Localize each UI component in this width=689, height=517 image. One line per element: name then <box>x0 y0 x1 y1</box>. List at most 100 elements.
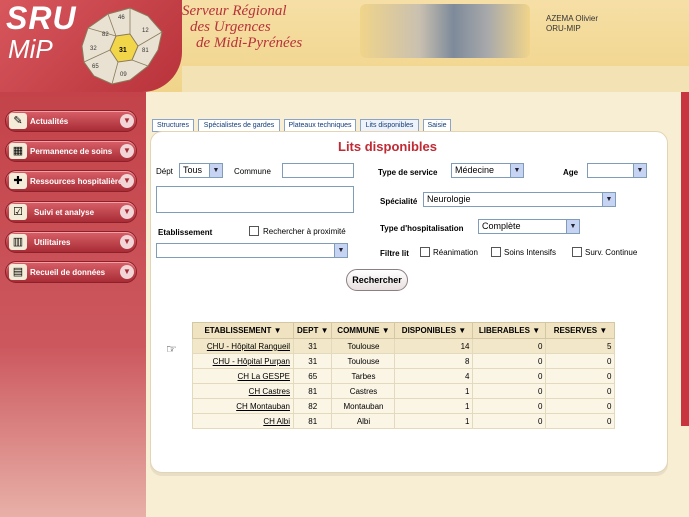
etablissement-link[interactable]: CH La GESPE <box>238 372 290 381</box>
logo: SRU MiP 46 82 12 32 81 31 65 09 <box>0 0 182 92</box>
cell-commune: Toulouse <box>331 338 396 354</box>
cell-etablissement[interactable]: CHU - Hôpital Rangueil <box>192 338 294 354</box>
column-header[interactable]: DISPONIBLES ▼ <box>394 322 474 339</box>
specialite-select[interactable]: Neurologie ▼ <box>423 192 616 207</box>
table-row[interactable]: CH Albi 81 Albi 1 0 0 <box>192 413 616 429</box>
cell-commune: Castres <box>331 383 396 399</box>
column-header-label: ETABLISSEMENT <box>204 326 272 335</box>
etablissement-link[interactable]: CH Castres <box>249 387 290 396</box>
building-icon: ▦ <box>9 143 27 159</box>
cell-disponibles: 1 <box>394 413 474 429</box>
column-header[interactable]: ETABLISSEMENT ▼ <box>192 322 294 339</box>
type-service-select[interactable]: Médecine ▼ <box>451 163 524 178</box>
cell-liberables: 0 <box>472 353 547 369</box>
type-hospitalisation-value: Complète <box>482 221 521 231</box>
database-icon: ▤ <box>9 264 27 280</box>
surv-continue-checkbox[interactable] <box>572 247 582 257</box>
cell-dept: 81 <box>292 413 333 429</box>
user-org: ORU-MIP <box>546 24 581 33</box>
sidebar-item-actualites[interactable]: ✎ Actualités ▼ <box>5 110 137 132</box>
user-info: AZEMA Olivier ORU-MIP <box>546 14 598 34</box>
cell-etablissement[interactable]: CH La GESPE <box>192 368 294 384</box>
map-label: 12 <box>142 28 149 34</box>
cell-liberables: 0 <box>472 338 547 354</box>
column-header[interactable]: COMMUNE ▼ <box>331 322 396 339</box>
user-name: AZEMA Olivier <box>546 14 599 23</box>
cell-disponibles: 1 <box>394 383 474 399</box>
pencil-icon: ✎ <box>9 113 27 129</box>
cell-reserves: 0 <box>545 398 616 414</box>
header-strip <box>182 66 689 92</box>
commune-results-box[interactable] <box>156 186 354 213</box>
sidebar-item-label: Utilitaires <box>34 238 71 247</box>
etablissement-link[interactable]: CH Albi <box>263 417 290 426</box>
cell-dept: 81 <box>292 383 333 399</box>
site-title: Serveur Régional des Urgences de Midi-Py… <box>182 3 302 51</box>
cell-etablissement[interactable]: CHU - Hôpital Purpan <box>192 353 294 369</box>
soins-intensifs-label: Soins Intensifs <box>504 248 557 257</box>
cell-liberables: 0 <box>472 383 547 399</box>
header: SRU MiP 46 82 12 32 81 31 65 09 Serveur … <box>0 0 689 92</box>
type-hospitalisation-label: Type d'hospitalisation <box>380 224 464 233</box>
logo-text-sru: SRU <box>6 0 77 36</box>
etablissement-link[interactable]: CHU - Hôpital Purpan <box>213 357 290 366</box>
column-header-label: LIBERABLES <box>478 326 530 335</box>
table-row[interactable]: CH La GESPE 65 Tarbes 4 0 0 <box>192 368 616 384</box>
cell-etablissement[interactable]: CH Montauban <box>192 398 294 414</box>
cell-commune: Albi <box>331 413 396 429</box>
cell-dept: 65 <box>292 368 333 384</box>
chevron-down-icon: ▼ <box>120 205 134 219</box>
cell-reserves: 0 <box>545 413 616 429</box>
type-hospitalisation-select[interactable]: Complète ▼ <box>478 219 580 234</box>
age-select[interactable]: ▼ <box>587 163 647 178</box>
map-label: 09 <box>120 72 127 78</box>
cell-reserves: 5 <box>545 338 616 354</box>
sidebar-item-utilitaires[interactable]: ▥ Utilitaires ▼ <box>5 231 137 253</box>
etablissement-select[interactable]: ▼ <box>156 243 348 258</box>
column-header[interactable]: LIBERABLES ▼ <box>472 322 547 339</box>
type-service-value: Médecine <box>455 165 495 175</box>
chevron-down-icon: ▼ <box>120 144 134 158</box>
filtre-lit-label: Filtre lit <box>380 249 409 258</box>
column-header[interactable]: DEPT ▼ <box>292 322 333 339</box>
cell-liberables: 0 <box>472 398 547 414</box>
sidebar-item-label: Ressources hospitalières <box>30 177 127 186</box>
header-photo <box>360 4 530 58</box>
search-button[interactable]: Rechercher <box>346 269 408 291</box>
scrollbar[interactable] <box>681 92 689 426</box>
cell-commune: Toulouse <box>331 353 396 369</box>
column-header[interactable]: RESERVES ▼ <box>545 322 616 339</box>
etablissement-link[interactable]: CHU - Hôpital Rangueil <box>207 342 290 351</box>
etablissement-link[interactable]: CH Montauban <box>236 402 290 411</box>
chevron-down-icon: ▼ <box>120 174 134 188</box>
table-row[interactable]: CHU - Hôpital Rangueil 31 Toulouse 14 0 … <box>192 338 616 354</box>
site-title-line: Serveur Régional <box>182 3 287 19</box>
table-header-row: ETABLISSEMENT ▼ DEPT ▼ COMMUNE ▼ DISPONI… <box>192 322 616 339</box>
cell-disponibles: 1 <box>394 398 474 414</box>
sidebar-item-label: Permanence de soins <box>30 147 113 156</box>
type-service-label: Type de service <box>378 168 438 177</box>
cell-etablissement[interactable]: CH Castres <box>192 383 294 399</box>
table-row[interactable]: CHU - Hôpital Purpan 31 Toulouse 8 0 0 <box>192 353 616 369</box>
cell-etablissement[interactable]: CH Albi <box>192 413 294 429</box>
commune-input[interactable] <box>282 163 354 178</box>
soins-intensifs-checkbox[interactable] <box>491 247 501 257</box>
table-row[interactable]: CH Castres 81 Castres 1 0 0 <box>192 383 616 399</box>
reanimation-checkbox[interactable] <box>420 247 430 257</box>
proximite-checkbox[interactable] <box>249 226 259 236</box>
column-header-label: DISPONIBLES <box>401 326 457 335</box>
chevron-down-icon: ▼ <box>120 235 134 249</box>
cell-dept: 31 <box>292 338 333 354</box>
sidebar-item-ressources[interactable]: ✚ Ressources hospitalières ▼ <box>5 170 137 192</box>
cell-disponibles: 14 <box>394 338 474 354</box>
etablissement-label: Etablissement <box>158 228 213 237</box>
dept-select[interactable]: Tous ▼ <box>179 163 223 178</box>
sidebar-item-permanence[interactable]: ▦ Permanence de soins ▼ <box>5 140 137 162</box>
column-header-label: DEPT <box>297 326 319 335</box>
sidebar-item-recueil[interactable]: ▤ Recueil de données ▼ <box>5 261 137 283</box>
table-row[interactable]: CH Montauban 82 Montauban 1 0 0 <box>192 398 616 414</box>
sidebar-item-suivi[interactable]: ☑ Suivi et analyse ▼ <box>5 201 137 223</box>
column-header-label: COMMUNE <box>337 326 380 335</box>
checklist-icon: ☑ <box>9 204 27 220</box>
chevron-down-icon: ▼ <box>510 164 523 177</box>
